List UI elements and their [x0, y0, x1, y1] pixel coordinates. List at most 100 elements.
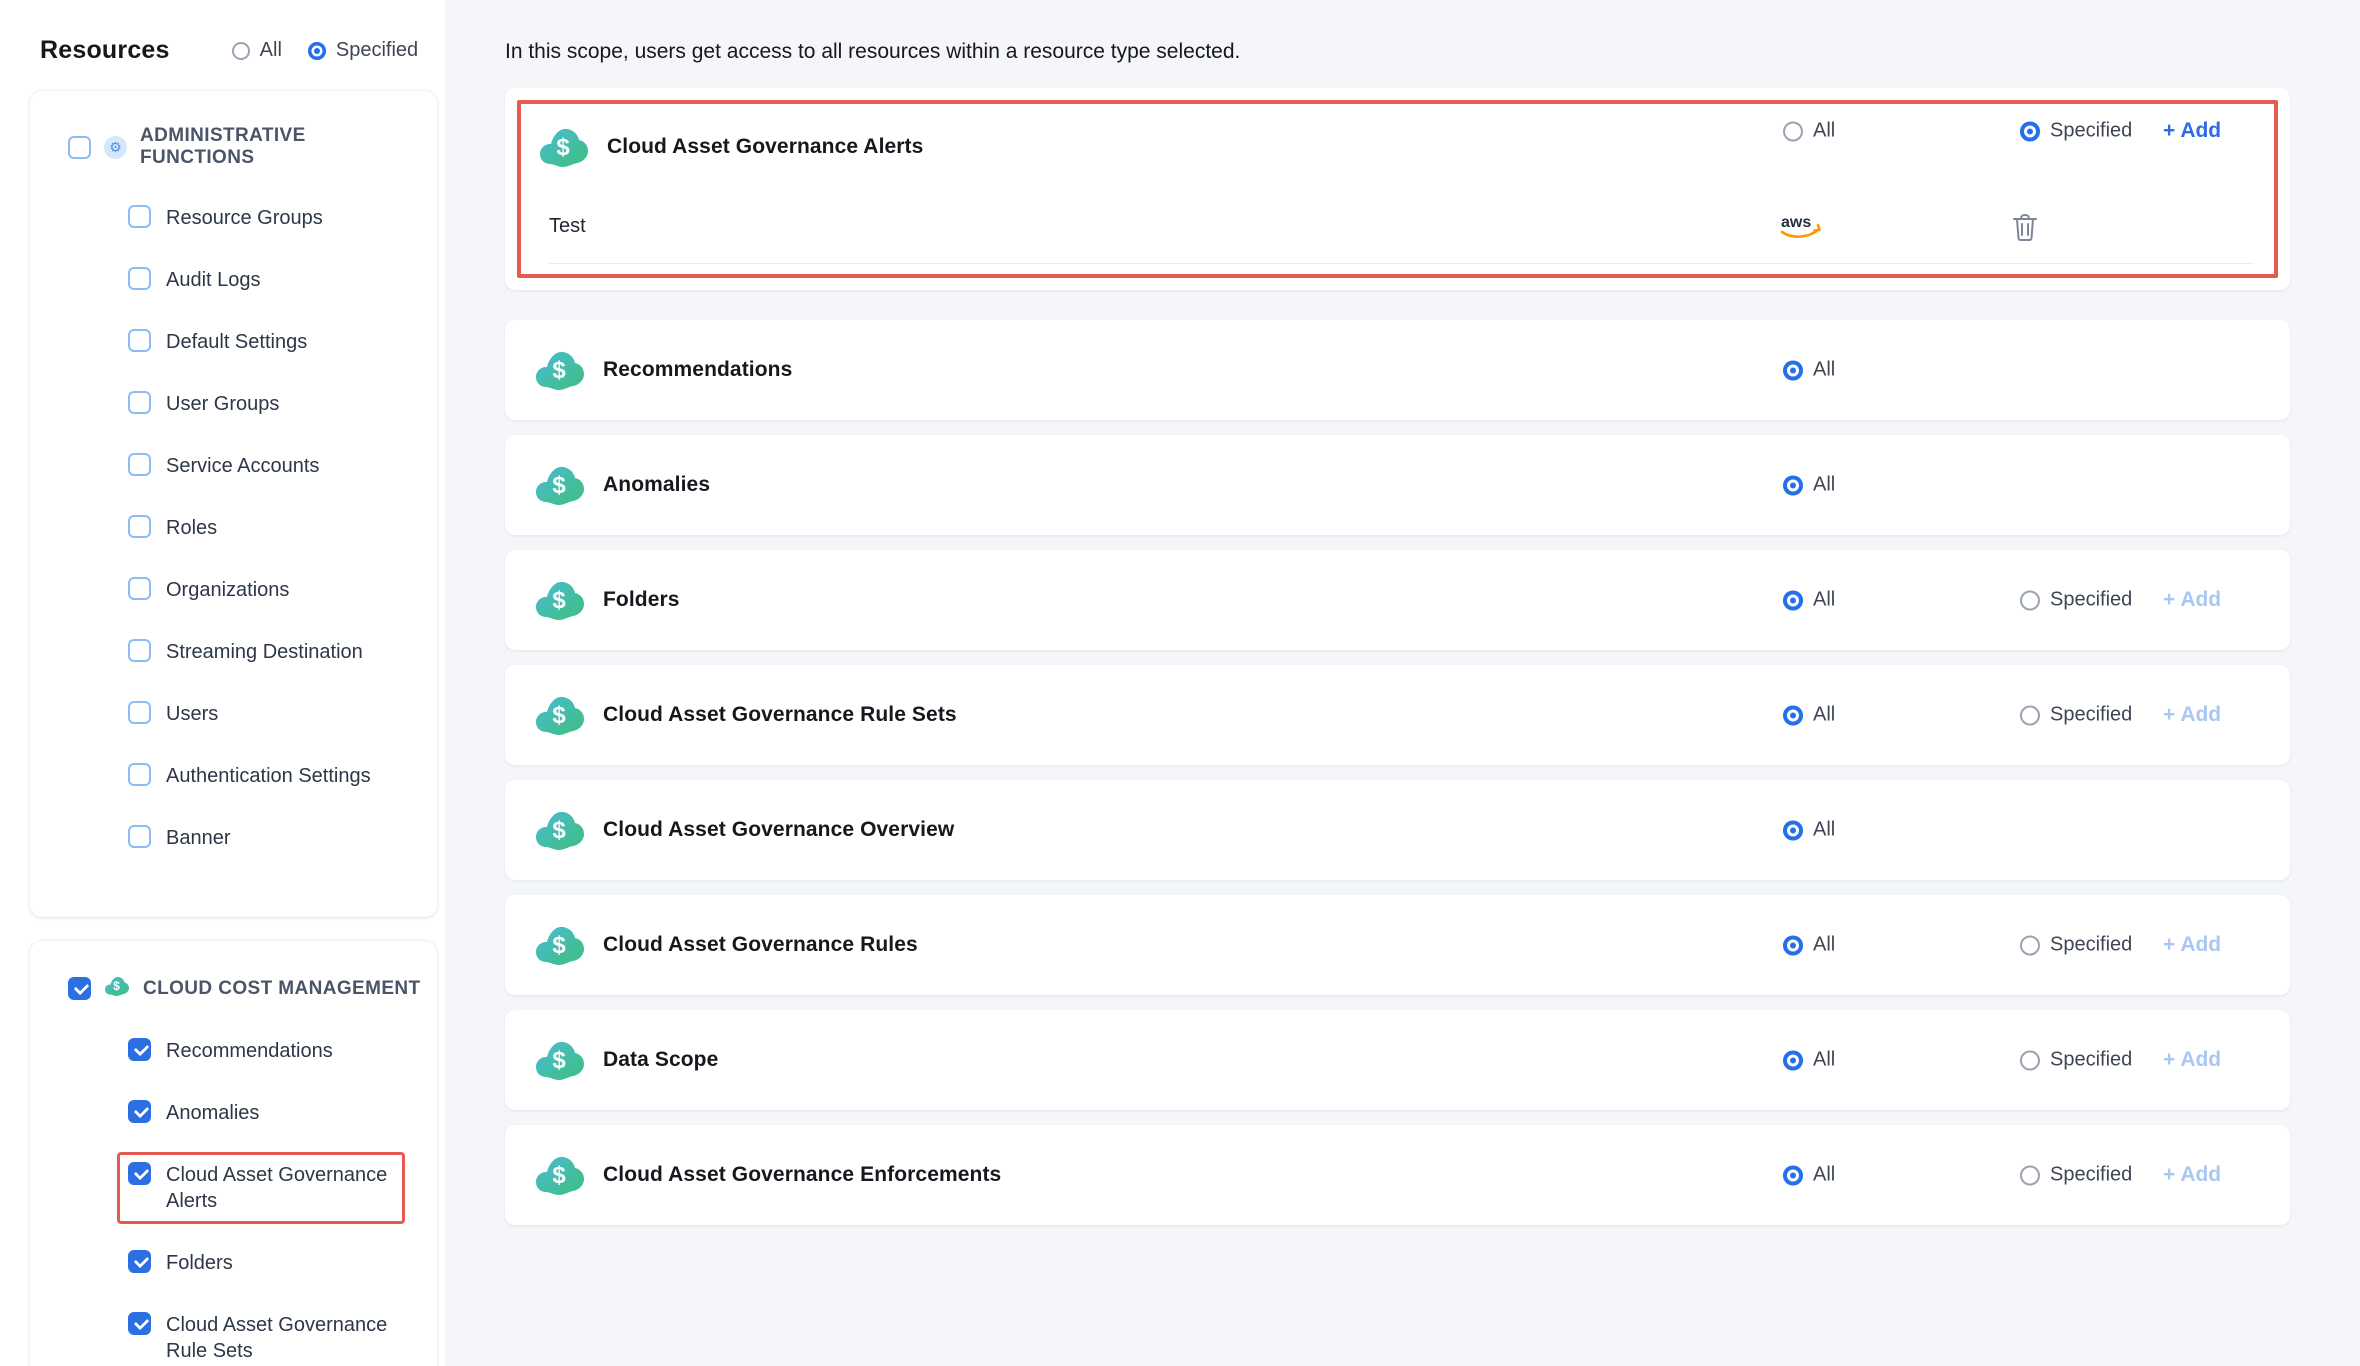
specified-scope: Specified — [2020, 1049, 2132, 1072]
cloud-dollar-icon: $ — [535, 1038, 585, 1082]
all-data-scope-radio[interactable] — [1783, 1050, 1803, 1070]
svg-text:$: $ — [552, 1162, 566, 1189]
add-control: + Add — [2163, 933, 2221, 957]
sidebar-item-label: Organizations — [166, 577, 289, 603]
item-checkbox[interactable] — [128, 639, 151, 662]
specified-cloud-asset-governance-enforcements-label: Specified — [2050, 1164, 2132, 1187]
item-checkbox[interactable] — [128, 1312, 151, 1335]
all-cloud-asset-governance-enforcements-label: All — [1813, 1164, 1835, 1187]
delete-entry-button[interactable] — [2011, 212, 2039, 242]
cloud-dollar-icon: $ — [535, 348, 585, 392]
add-resource-button[interactable]: + Add — [2163, 119, 2221, 142]
add-resource-button[interactable]: + Add — [2163, 933, 2221, 956]
resource-type-label: Folders — [603, 588, 680, 612]
item-checkbox[interactable] — [128, 1038, 151, 1061]
specified-cloud-asset-governance-rule-sets-radio[interactable] — [2020, 705, 2040, 725]
cloud-dollar-icon: $ — [535, 1153, 585, 1197]
add-control: + Add — [2163, 703, 2221, 727]
item-checkbox[interactable] — [128, 329, 151, 352]
item-checkbox[interactable] — [128, 391, 151, 414]
cloud-dollar-icon: $ — [535, 808, 585, 852]
resource-type-label: Cloud Asset Governance Overview — [603, 818, 954, 842]
add-resource-button[interactable]: + Add — [2163, 1163, 2221, 1186]
cloud-dollar-icon: $ — [535, 808, 585, 852]
resource-row-cloud-asset-governance-enforcements: $ Cloud Asset Governance Enforcements All S… — [505, 1125, 2290, 1225]
gear-icon: ⚙︎ — [104, 136, 127, 159]
cloud-dollar-icon: $ — [535, 923, 585, 967]
all-scope: All — [1783, 1049, 1835, 1072]
item-checkbox[interactable] — [128, 701, 151, 724]
add-control: + Add — [2163, 1048, 2221, 1072]
sidebar-scope-all-radio[interactable] — [232, 42, 250, 60]
all-recommendations-radio[interactable] — [1783, 360, 1803, 380]
all-anomalies-radio[interactable] — [1783, 475, 1803, 495]
all-cloud-asset-governance-rules-option: All — [1783, 934, 1835, 957]
sidebar-item-label: Resource Groups — [166, 205, 323, 231]
resource-type-label: Data Scope — [603, 1048, 718, 1072]
sidebar-item-roles: Roles — [128, 515, 421, 541]
cloud-dollar-icon: $ — [104, 975, 130, 1002]
sidebar-item-streaming-destination: Streaming Destination — [128, 639, 421, 665]
item-checkbox[interactable] — [128, 515, 151, 538]
item-checkbox[interactable] — [128, 205, 151, 228]
sidebar-item-label: Streaming Destination — [166, 639, 363, 665]
all-cloud-asset-governance-overview-radio[interactable] — [1783, 820, 1803, 840]
item-checkbox[interactable] — [128, 1100, 151, 1123]
group-checkbox[interactable] — [68, 977, 91, 1000]
item-checkbox[interactable] — [128, 1250, 151, 1273]
specified-cloud-asset-governance-enforcements-radio[interactable] — [2020, 1165, 2040, 1185]
specified-cloud-asset-governance-alerts-radio[interactable] — [2020, 121, 2040, 141]
add-control: + Add — [2163, 588, 2221, 612]
add-resource-button[interactable]: + Add — [2163, 588, 2221, 611]
sidebar-item-label: Default Settings — [166, 329, 307, 355]
all-cloud-asset-governance-rule-sets-radio[interactable] — [1783, 705, 1803, 725]
resource-type-label: Cloud Asset Governance Enforcements — [603, 1163, 1001, 1187]
all-scope: All — [1783, 120, 1835, 143]
svg-text:$: $ — [552, 357, 566, 384]
sidebar-item-label: Users — [166, 701, 218, 727]
sidebar-scope-specified-radio[interactable] — [308, 42, 326, 60]
item-checkbox[interactable] — [128, 763, 151, 786]
specified-folders-radio[interactable] — [2020, 590, 2040, 610]
sidebar-title: Resources — [40, 36, 170, 65]
add-resource-button[interactable]: + Add — [2163, 1048, 2221, 1071]
specified-cloud-asset-governance-rules-radio[interactable] — [2020, 935, 2040, 955]
sidebar-item-label: Cloud Asset Governance Rule Sets — [166, 1312, 411, 1364]
specified-folders-label: Specified — [2050, 589, 2132, 612]
sidebar-group-card: $CLOUD COST MANAGEMENTRecommendationsAno… — [30, 941, 437, 1366]
sidebar-item-label: Audit Logs — [166, 267, 261, 293]
item-checkbox[interactable] — [128, 825, 151, 848]
specified-data-scope-radio[interactable] — [2020, 1050, 2040, 1070]
resource-type-label: Recommendations — [603, 358, 792, 382]
group-checkbox[interactable] — [68, 136, 91, 159]
sidebar-item-default-settings: Default Settings — [128, 329, 421, 355]
specified-cloud-asset-governance-alerts-label: Specified — [2050, 120, 2132, 143]
specified-scope: Specified — [2020, 934, 2132, 957]
specified-cloud-asset-governance-rules-option: Specified — [2020, 934, 2132, 957]
add-control: + Add — [2163, 1163, 2221, 1187]
all-cloud-asset-governance-overview-option: All — [1783, 819, 1835, 842]
cloud-dollar-icon: $ — [535, 578, 585, 622]
trash-icon — [2011, 212, 2039, 242]
sidebar-item-resource-groups: Resource Groups — [128, 205, 421, 231]
add-resource-button[interactable]: + Add — [2163, 703, 2221, 726]
all-cloud-asset-governance-enforcements-radio[interactable] — [1783, 1165, 1803, 1185]
specified-cloud-asset-governance-enforcements-option: Specified — [2020, 1164, 2132, 1187]
item-checkbox[interactable] — [128, 1162, 151, 1185]
specified-cloud-asset-governance-rules-label: Specified — [2050, 934, 2132, 957]
item-checkbox[interactable] — [128, 577, 151, 600]
cloud-dollar-icon: $ — [535, 923, 585, 967]
gear-glyph: ⚙︎ — [109, 140, 122, 154]
all-scope: All — [1783, 359, 1835, 382]
sidebar-item-authentication-settings: Authentication Settings — [128, 763, 421, 789]
all-folders-radio[interactable] — [1783, 590, 1803, 610]
specified-scope: Specified — [2020, 1164, 2132, 1187]
item-checkbox[interactable] — [128, 453, 151, 476]
all-cloud-asset-governance-rules-radio[interactable] — [1783, 935, 1803, 955]
resource-row-recommendations: $ Recommendations All — [505, 320, 2290, 420]
sidebar-item-users: Users — [128, 701, 421, 727]
item-checkbox[interactable] — [128, 267, 151, 290]
all-cloud-asset-governance-alerts-radio[interactable] — [1783, 121, 1803, 141]
scope-instruction: In this scope, users get access to all r… — [505, 40, 2360, 64]
specified-data-scope-label: Specified — [2050, 1049, 2132, 1072]
